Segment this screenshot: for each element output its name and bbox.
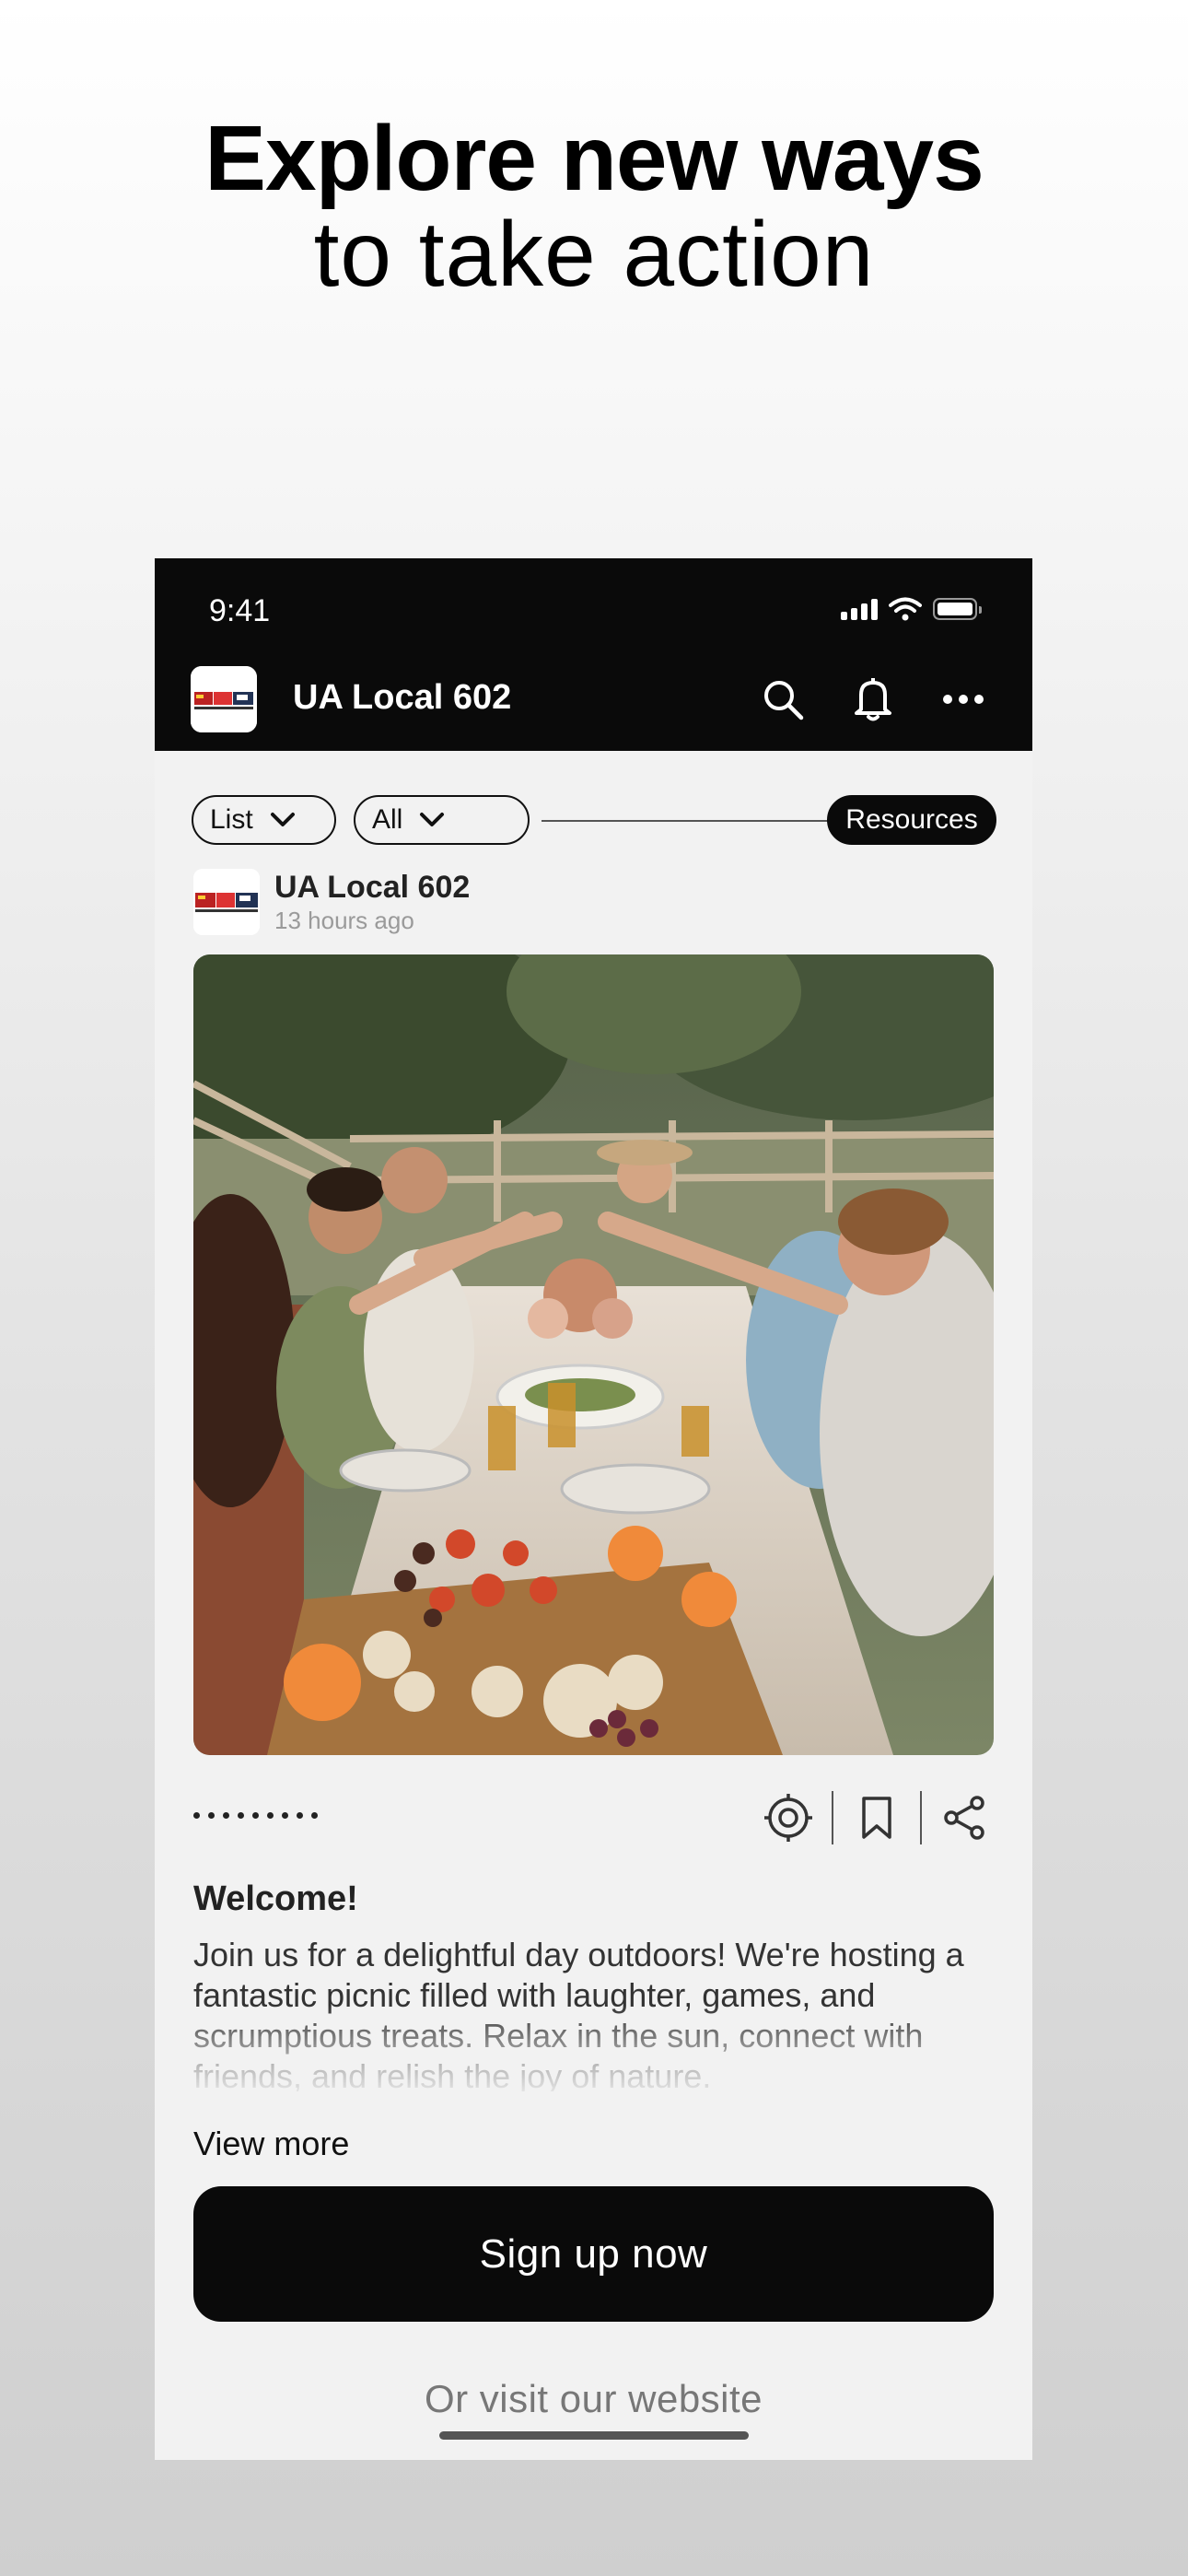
headline-line-2: to take action [313,203,875,306]
carousel-dot[interactable] [223,1812,229,1819]
chevron-down-icon [270,813,295,826]
signal-icon [841,598,878,620]
app-header: 9:41 UA Local 602 [155,558,1032,751]
home-indicator[interactable] [439,2431,749,2440]
bookmark-icon[interactable] [848,1789,905,1846]
post-actions [760,1789,994,1846]
marketing-headline: Explore new ways to take action [0,111,1188,302]
list-dropdown-label: List [210,804,253,835]
more-icon[interactable] [938,673,989,725]
search-icon[interactable] [757,673,809,725]
carousel-dot[interactable] [311,1812,318,1819]
app-title: UA Local 602 [293,678,512,717]
post-image[interactable] [193,954,994,1755]
action-divider [920,1791,922,1844]
chevron-down-icon [420,813,445,826]
battery-icon [933,598,982,620]
sign-up-button[interactable]: Sign up now [193,2186,994,2322]
target-icon[interactable] [760,1789,817,1846]
wifi-icon [889,597,922,621]
share-icon[interactable] [937,1789,994,1846]
carousel-dot[interactable] [267,1812,274,1819]
list-dropdown[interactable]: List [192,795,336,845]
status-time: 9:41 [209,593,271,628]
carousel-dot[interactable] [252,1812,259,1819]
carousel-dot[interactable] [238,1812,244,1819]
visit-website-link[interactable]: Or visit our website [155,2377,1032,2421]
all-dropdown[interactable]: All [354,795,530,845]
filter-divider [542,820,845,822]
phone-screen: 9:41 UA Local 602 List All Resources UA … [155,558,1032,2460]
carousel-indicator[interactable] [193,1812,318,1819]
carousel-dot[interactable] [297,1812,303,1819]
resources-button[interactable]: Resources [827,795,996,845]
post-timestamp: 13 hours ago [274,907,414,934]
post-author-name[interactable]: UA Local 602 [274,870,470,906]
post-body: Join us for a delightful day outdoors! W… [193,1936,964,2091]
post-title: Welcome! [193,1879,358,1918]
carousel-dot[interactable] [193,1812,200,1819]
bell-icon[interactable] [847,673,899,725]
view-more-link[interactable]: View more [193,2125,349,2163]
carousel-dot[interactable] [282,1812,288,1819]
status-icons [841,597,982,621]
headline-line-1: Explore new ways [204,107,984,210]
post-author-avatar[interactable] [193,869,260,935]
action-divider [832,1791,833,1844]
carousel-dot[interactable] [208,1812,215,1819]
org-logo[interactable] [191,666,257,732]
filter-bar: List All Resources [192,795,996,849]
all-dropdown-label: All [372,804,403,835]
